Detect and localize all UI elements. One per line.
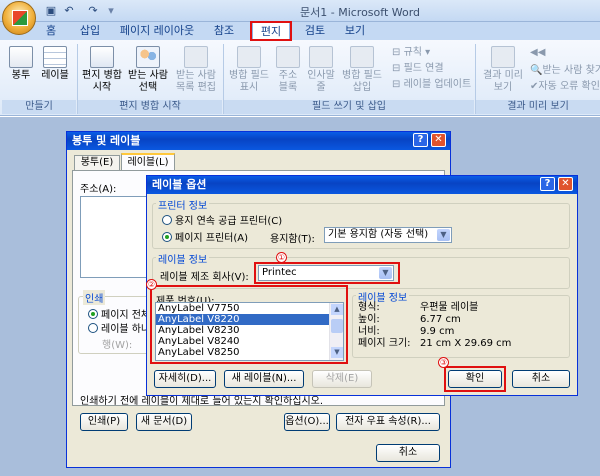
radio-full-page[interactable]: 페이지 전체 [88, 306, 150, 321]
tab-view[interactable]: 보기 [338, 22, 372, 40]
marker-3: ③ [438, 357, 449, 368]
highlight-merge-fields-button[interactable]: 병합 필드 표시 [226, 46, 272, 94]
print-legend: 인쇄 [83, 290, 106, 305]
edit-list-icon [184, 46, 208, 68]
tray-select[interactable]: 기본 용지함 (자동 선택) ▼ [324, 227, 452, 243]
group-label-preview-results: 결과 미리 보기 [476, 100, 600, 114]
select-recipients-button[interactable]: 받는 사람 선택 [126, 46, 170, 94]
office-logo-icon [12, 10, 28, 26]
address-label: 주소(A): [80, 184, 117, 195]
find-recipient-button[interactable]: 🔍받는 사람 찾기 [530, 64, 600, 77]
list-item[interactable]: AnyLabel V7750 [156, 303, 343, 314]
radio-button[interactable] [88, 309, 98, 319]
mail-merge-icon [90, 46, 114, 68]
vendor-label: 레이블 제조 회사(V): [160, 272, 249, 283]
update-labels-button[interactable]: ⊟ 레이블 업데이트 [392, 78, 471, 91]
edit-recipient-list-button[interactable]: 받는 사람 목록 편집 [172, 46, 220, 94]
listbox-scrollbar[interactable]: ▲ ▼ [329, 303, 343, 360]
list-item-selected[interactable]: AnyLabel V8220 [156, 314, 343, 325]
dialog-title: 레이블 옵션 [147, 176, 577, 194]
group-label-write-insert: 필드 쓰기 및 삽입 [224, 100, 474, 114]
recipients-icon [136, 46, 160, 68]
auto-check-errors-button[interactable]: ✔자동 오류 확인 [530, 80, 600, 93]
new-document-button[interactable]: 새 문서(D) [136, 413, 192, 431]
office-button[interactable] [2, 1, 36, 35]
envelope-icon [9, 46, 33, 68]
chevron-down-icon[interactable]: ▼ [437, 229, 450, 241]
group-label-start-mail-merge: 편지 병합 시작 [78, 100, 222, 114]
label-info-legend: 레이블 정보 [156, 251, 210, 266]
greeting-line-icon [309, 46, 333, 68]
close-icon[interactable]: ✕ [431, 133, 446, 147]
labels-button[interactable]: 레이블 [38, 46, 72, 82]
list-item[interactable]: AnyLabel V8230 [156, 325, 343, 336]
row-label: 행(W): [102, 340, 133, 351]
options-button[interactable]: 옵션(O)... [284, 413, 330, 431]
preview-icon [491, 46, 515, 68]
tab-page-layout[interactable]: 페이지 레이아웃 [114, 22, 200, 40]
help-icon[interactable]: ? [413, 133, 428, 147]
radio-button[interactable] [88, 323, 98, 333]
address-block-icon [276, 46, 300, 68]
tab-labels[interactable]: 레이블(L) [121, 153, 175, 170]
close-icon[interactable]: ✕ [558, 177, 573, 191]
match-fields-button[interactable]: ⊟ 필드 연결 [392, 62, 444, 75]
tab-mailings[interactable]: 편지 [252, 22, 290, 40]
vendor-select[interactable]: Printec ▼ [258, 265, 394, 281]
insert-field-icon [350, 46, 374, 68]
marker-1: ① [276, 252, 287, 263]
list-item[interactable]: AnyLabel V8240 [156, 336, 343, 347]
print-button[interactable]: 인쇄(P) [80, 413, 128, 431]
radio-single-label[interactable]: 레이블 하나 [88, 320, 150, 335]
address-textarea[interactable] [80, 196, 148, 278]
tab-references[interactable]: 참조 [206, 22, 242, 40]
tab-review[interactable]: 검토 [298, 22, 332, 40]
envelopes-cancel-button[interactable]: 취소 [376, 444, 440, 462]
nav-first-icon[interactable]: ◀◀ [530, 46, 545, 59]
window-title: 문서1 - Microsoft Word [300, 6, 421, 19]
label-options-cancel-button[interactable]: 취소 [512, 370, 570, 388]
tray-label: 용지함(T): [270, 234, 315, 245]
scroll-up-icon[interactable]: ▲ [331, 304, 343, 315]
radio-button[interactable] [162, 215, 172, 225]
scroll-down-icon[interactable]: ▼ [331, 347, 343, 358]
printer-info-legend: 프린터 정보 [156, 197, 210, 212]
rules-button[interactable]: ⊟ 규칙 ▾ [392, 46, 430, 59]
scroll-thumb[interactable] [331, 319, 343, 333]
e-postage-properties-button[interactable]: 전자 우표 속성(R)... [336, 413, 440, 431]
new-label-button[interactable]: 새 레이블(N)... [224, 370, 304, 388]
ok-button[interactable]: 확인 [448, 370, 502, 388]
preview-results-button[interactable]: 결과 미리 보기 [480, 46, 526, 94]
label-details-values: 우편물 레이블 6.77 cm 9.9 cm 21 cm X 29.69 cm [420, 302, 512, 349]
greeting-line-button[interactable]: 인사말 줄 [304, 46, 338, 94]
label-details-keys: 형식: 높이: 너비: 페이지 크기: [358, 302, 411, 349]
insert-merge-field-button[interactable]: 병합 필드 삽입 [338, 46, 386, 94]
merge-fields-icon [237, 46, 261, 68]
address-block-button[interactable]: 주소 블록 [272, 46, 304, 94]
group-label-create: 만들기 [2, 100, 76, 114]
start-mail-merge-button[interactable]: 편지 병합 시작 [80, 46, 124, 94]
radio-continuous-feed[interactable]: 용지 연속 공급 프린터(C) [162, 212, 282, 227]
radio-page-printer[interactable]: 페이지 프린터(A) [162, 229, 248, 244]
labels-icon [43, 46, 67, 68]
tab-home[interactable]: 홈 [36, 22, 66, 40]
envelopes-button[interactable]: 봉투 [6, 46, 36, 82]
delete-button[interactable]: 삭제(E) [312, 370, 372, 388]
tab-envelopes[interactable]: 봉투(E) [74, 155, 120, 170]
details-button[interactable]: 자세히(D)... [154, 370, 216, 388]
help-icon[interactable]: ? [540, 177, 555, 191]
chevron-down-icon[interactable]: ▼ [379, 267, 392, 279]
list-item[interactable]: AnyLabel V8250 [156, 347, 343, 358]
marker-2: ② [146, 279, 157, 290]
radio-button[interactable] [162, 232, 172, 242]
tab-insert[interactable]: 삽입 [74, 22, 106, 40]
dialog-title: 봉투 및 레이블 [67, 132, 450, 150]
product-listbox[interactable]: AnyLabel V7750 AnyLabel V8220 AnyLabel V… [155, 302, 344, 361]
